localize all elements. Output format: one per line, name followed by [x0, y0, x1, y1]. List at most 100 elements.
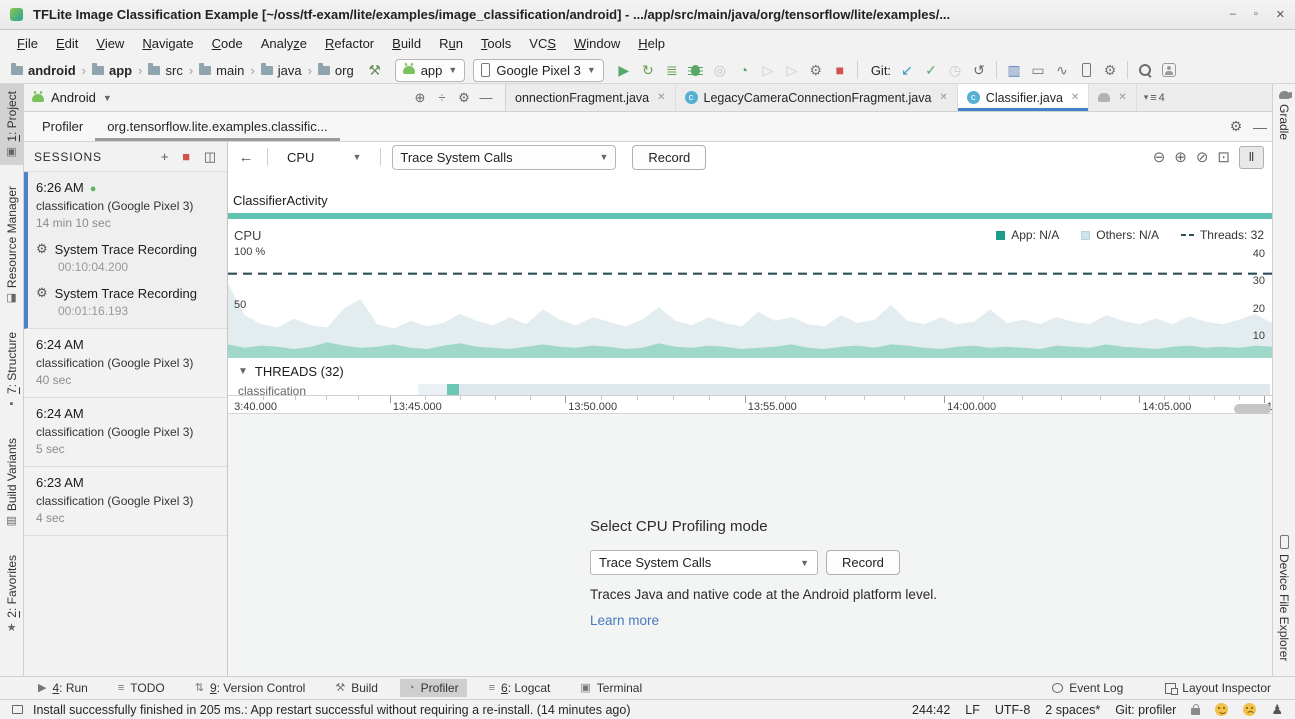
menu-tools[interactable]: Tools: [472, 33, 520, 54]
tab-onnectionfragment-java[interactable]: onnectionFragment.java✕: [506, 84, 676, 111]
tool-button-7-structure[interactable]: 7: Structure▪: [0, 325, 23, 417]
tool-window-terminal[interactable]: ▣Terminal: [572, 679, 650, 697]
tool-window-profiler[interactable]: ◔Profiler: [400, 679, 467, 697]
minimize-button[interactable]: –: [1230, 8, 1236, 21]
menu-view[interactable]: View: [87, 33, 133, 54]
close-tab-icon[interactable]: ✕: [1071, 92, 1079, 103]
indent-setting[interactable]: 2 spaces*: [1045, 703, 1100, 717]
device-select[interactable]: Google Pixel 3 ▼: [473, 59, 603, 82]
session-item[interactable]: 6:24 AMclassification (Google Pixel 3)5 …: [24, 398, 227, 467]
happy-feedback-icon[interactable]: [1215, 703, 1228, 716]
stop-icon[interactable]: ■: [828, 59, 852, 81]
horizontal-scrollbar[interactable]: [1234, 404, 1271, 414]
maximize-button[interactable]: ▫: [1254, 8, 1258, 21]
virtual-device-icon[interactable]: [1074, 59, 1098, 81]
tab-classifier-java[interactable]: cClassifier.java✕: [958, 84, 1090, 111]
event-log-button[interactable]: Event Log: [1044, 679, 1131, 697]
add-session-icon[interactable]: +: [161, 149, 169, 164]
hide-profiler-icon[interactable]: —: [1248, 112, 1272, 141]
end-session-icon[interactable]: ◫: [204, 149, 217, 165]
menu-refactor[interactable]: Refactor: [316, 33, 383, 54]
close-button[interactable]: ✕: [1276, 8, 1285, 21]
session-item[interactable]: 6:24 AMclassification (Google Pixel 3)40…: [24, 329, 227, 398]
record-button[interactable]: Record: [632, 145, 706, 170]
menu-run[interactable]: Run: [430, 33, 472, 54]
session-item[interactable]: 6:23 AMclassification (Google Pixel 3)4 …: [24, 467, 227, 536]
record-button[interactable]: Record: [826, 550, 900, 575]
locate-file-icon[interactable]: ⊕: [409, 90, 431, 106]
back-arrow-icon[interactable]: ←: [236, 149, 256, 166]
trace-recording[interactable]: ⚙System Trace Recording00:01:16.193: [36, 285, 219, 318]
status-message[interactable]: Install successfully finished in 205 ms.…: [33, 703, 631, 717]
sdk-manager-icon[interactable]: ⚙: [1098, 59, 1122, 81]
menu-build[interactable]: Build: [383, 33, 430, 54]
file-encoding[interactable]: UTF-8: [995, 703, 1030, 717]
hidden-tabs-button[interactable]: ▾≡4: [1137, 84, 1172, 111]
layout-inspector-button[interactable]: Layout Inspector: [1157, 679, 1279, 697]
breadcrumb-android[interactable]: android: [8, 62, 79, 79]
menu-navigate[interactable]: Navigate: [133, 33, 202, 54]
settings-gear-icon[interactable]: ⚙: [453, 90, 475, 106]
cpu-mode-select[interactable]: Trace System Calls ▼: [590, 550, 818, 575]
chevron-down-icon[interactable]: ▼: [103, 93, 112, 103]
background-task-icon[interactable]: ♟: [1271, 702, 1283, 718]
apply-changes-icon[interactable]: ↻: [636, 59, 660, 81]
tool-button-build-variants[interactable]: Build Variants▤: [0, 431, 23, 534]
run-icon[interactable]: ▶: [612, 59, 636, 81]
tool-window-version-control[interactable]: ⇅9: Version Control: [187, 679, 314, 697]
trace-recording[interactable]: ⚙System Trace Recording00:10:04.200: [36, 241, 219, 274]
breadcrumb-app[interactable]: app: [89, 62, 135, 79]
menu-edit[interactable]: Edit: [47, 33, 87, 54]
session-item[interactable]: 6:26 AM●classification (Google Pixel 3)1…: [24, 172, 227, 329]
tool-button-resource-manager[interactable]: Resource Manager◨: [0, 179, 23, 311]
pause-live-button[interactable]: Ⅱ: [1239, 146, 1264, 169]
profile-avatar-icon[interactable]: [1157, 59, 1181, 81]
sync-project-icon[interactable]: ▥: [1002, 59, 1026, 81]
rerun-profiler-icon[interactable]: ⚙: [804, 59, 828, 81]
tab-legacycameraconnectionfragment-java[interactable]: cLegacyCameraConnectionFragment.java✕: [676, 84, 958, 111]
tool-button-gradle[interactable]: Gradle: [1273, 84, 1295, 147]
tool-window-run[interactable]: ▶4: Run: [30, 679, 96, 697]
breadcrumb-org[interactable]: org: [315, 62, 357, 79]
tool-window-todo[interactable]: ≡TODO: [110, 679, 173, 697]
run-config-select[interactable]: app ▼: [395, 59, 466, 82]
close-tab-icon[interactable]: ✕: [657, 92, 665, 103]
tab-icon[interactable]: ✕: [1089, 84, 1136, 111]
profiler-toolbar-icon[interactable]: ∿: [1050, 59, 1074, 81]
zoom-in-icon[interactable]: ⊕: [1174, 148, 1187, 166]
close-tab-icon[interactable]: ✕: [1118, 92, 1126, 103]
menu-analyze[interactable]: Analyze: [252, 33, 316, 54]
git-commit-icon[interactable]: ✓: [919, 59, 943, 81]
tool-button-device-file-explorer[interactable]: Device File Explorer: [1273, 528, 1295, 668]
device-manager-icon[interactable]: ▭: [1026, 59, 1050, 81]
git-branch[interactable]: Git: profiler: [1115, 703, 1176, 717]
profiler-tab-profiler[interactable]: Profiler: [30, 112, 95, 141]
tool-window-build[interactable]: ⚒Build: [327, 679, 386, 697]
lock-icon[interactable]: [1191, 708, 1200, 715]
threads-section-header[interactable]: ▼ THREADS (32): [228, 359, 1272, 384]
zoom-out-icon[interactable]: ⊖: [1153, 148, 1166, 166]
trace-mode-select[interactable]: Trace System Calls ▼: [392, 145, 616, 170]
collapse-all-icon[interactable]: ÷: [431, 90, 453, 105]
caret-position[interactable]: 244:42: [912, 703, 950, 717]
breadcrumb-java[interactable]: java: [258, 62, 305, 79]
build-hammer-icon[interactable]: ⚒: [363, 59, 387, 81]
stop-session-icon[interactable]: ■: [182, 149, 191, 164]
breadcrumb-main[interactable]: main: [196, 62, 247, 79]
search-everywhere-icon[interactable]: [1133, 59, 1157, 81]
git-update-icon[interactable]: ↙: [895, 59, 919, 81]
profiler-settings-icon[interactable]: ⚙: [1224, 112, 1248, 141]
cpu-chart[interactable]: CPU 100 % 50 App: N/AOthers: N/AThreads:…: [228, 219, 1272, 359]
menu-window[interactable]: Window: [565, 33, 629, 54]
line-separator[interactable]: LF: [965, 703, 980, 717]
apply-code-changes-icon[interactable]: ≣: [660, 59, 684, 81]
project-view-label[interactable]: Android: [51, 90, 96, 105]
tool-button-2-favorites[interactable]: 2: Favorites★: [0, 548, 23, 641]
profile-icon[interactable]: ◔: [732, 59, 756, 81]
menu-file[interactable]: File: [8, 33, 47, 54]
menu-code[interactable]: Code: [203, 33, 252, 54]
tool-button-1-project[interactable]: 1: Project▣: [0, 84, 23, 165]
close-tab-icon[interactable]: ✕: [939, 92, 947, 103]
stage-select[interactable]: CPU ▼: [279, 148, 369, 167]
hide-panel-icon[interactable]: —: [475, 90, 497, 105]
